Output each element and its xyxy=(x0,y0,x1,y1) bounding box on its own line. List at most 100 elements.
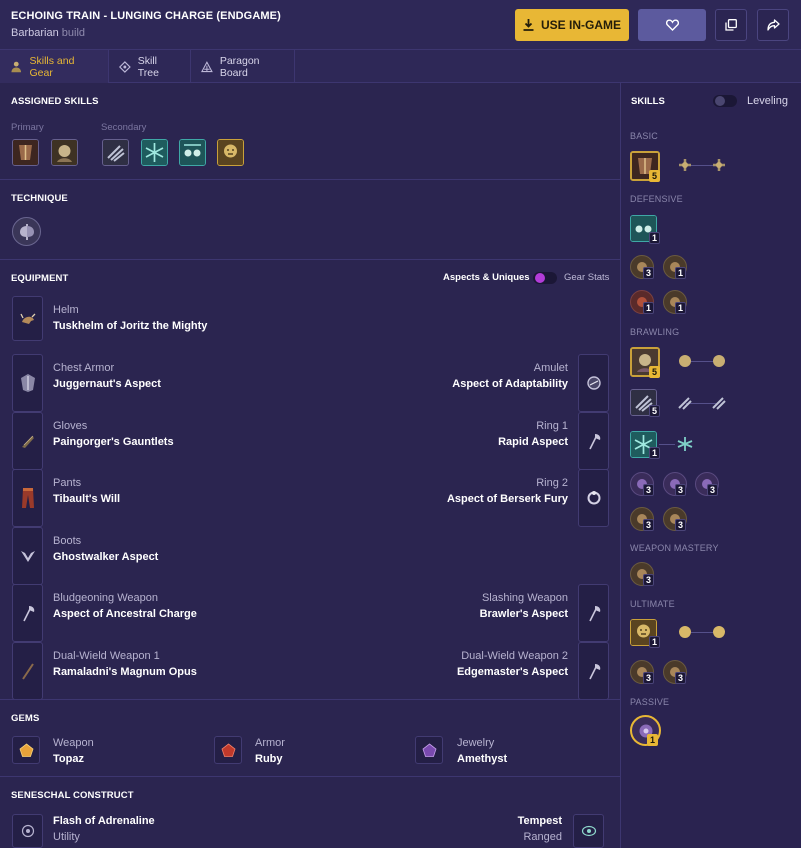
upgrade-icon xyxy=(713,159,725,171)
primary-label: Primary xyxy=(11,122,44,133)
gear-view-toggle[interactable] xyxy=(533,272,557,284)
equip-name[interactable]: Brawler's Aspect xyxy=(480,608,568,620)
ring-icon xyxy=(588,434,600,450)
brawling-upgrade-node[interactable] xyxy=(707,391,731,415)
equip-name[interactable]: Ghostwalker Aspect xyxy=(53,551,158,563)
secondary-skill-slot-3[interactable] xyxy=(179,139,206,166)
boots-slot[interactable] xyxy=(12,527,43,585)
use-in-game-button[interactable]: USE IN-GAME xyxy=(515,9,629,41)
upgrade-icon xyxy=(713,355,725,367)
pants-slot[interactable] xyxy=(12,469,43,527)
tab-bar: Skills and Gear Skill Tree Paragon Board xyxy=(0,50,801,83)
dual-wield-weapon-1-slot[interactable] xyxy=(12,642,43,700)
tab-skills-and-gear[interactable]: Skills and Gear xyxy=(0,50,109,83)
ultimate-skill-icon xyxy=(218,140,243,165)
gloves-slot[interactable] xyxy=(12,412,43,470)
armor-skill-icon xyxy=(13,140,38,165)
class-name: Barbarian xyxy=(11,27,59,39)
download-icon xyxy=(523,19,534,31)
brawling-upgrade-node[interactable] xyxy=(673,432,697,456)
equip-name[interactable]: Aspect of Adaptability xyxy=(452,378,568,390)
basic-section-label: BASIC xyxy=(630,131,659,141)
leveling-toggle[interactable] xyxy=(713,95,737,107)
share-button[interactable] xyxy=(757,9,789,41)
skill-rank: 5 xyxy=(649,366,661,378)
secondary-skill-slot-4[interactable] xyxy=(217,139,244,166)
character-icon xyxy=(11,61,22,73)
ring-2-slot[interactable] xyxy=(578,469,609,527)
defensive-section-label: DEFENSIVE xyxy=(630,194,683,204)
brawling-upgrade-node[interactable] xyxy=(673,391,697,415)
upgrade-icon xyxy=(677,437,693,451)
tempest-icon xyxy=(581,825,596,837)
gem-slot-label: Jewelry xyxy=(457,737,495,749)
use-in-game-label: USE IN-GAME xyxy=(540,18,621,32)
skill-rank: 1 xyxy=(649,232,661,244)
skills-and-gear-panel: ASSIGNED SKILLS Primary Secondary TECHNI… xyxy=(0,83,621,848)
secondary-skill-slot-1[interactable] xyxy=(102,139,129,166)
equip-name[interactable]: Tuskhelm of Joritz the Mighty xyxy=(53,320,207,332)
brawling-upgrade-node[interactable] xyxy=(673,349,697,373)
gem-name: Amethyst xyxy=(457,753,508,765)
skill-rank: 3 xyxy=(675,672,687,684)
amulet-slot[interactable] xyxy=(578,354,609,412)
equip-name[interactable]: Ramaladni's Magnum Opus xyxy=(53,666,197,678)
build-header: ECHOING TRAIN - LUNGING CHARGE (ENDGAME)… xyxy=(0,0,801,50)
equip-name[interactable]: Tibault's Will xyxy=(53,493,120,505)
dual-wield-weapon-2-slot[interactable] xyxy=(578,642,609,700)
axe-weapon-icon xyxy=(588,606,600,622)
assigned-skills-heading: ASSIGNED SKILLS xyxy=(11,96,99,107)
ultimate-upgrade-node[interactable] xyxy=(707,620,731,644)
secondary-label: Secondary xyxy=(101,122,147,133)
equip-type: Dual-Wield Weapon 2 xyxy=(461,650,568,662)
favorite-button[interactable] xyxy=(638,9,706,41)
brawling-upgrade-node[interactable] xyxy=(707,349,731,373)
equip-name[interactable]: Paingorger's Gauntlets xyxy=(53,436,174,448)
upgrade-icon xyxy=(679,159,691,171)
chest-armor-icon xyxy=(20,374,35,392)
weapon-gem-slot[interactable] xyxy=(12,736,40,764)
upgrade-icon xyxy=(713,626,725,638)
weapon-mastery-section-label: WEAPON MASTERY xyxy=(630,543,719,553)
section-divider xyxy=(0,259,620,260)
helm-slot[interactable] xyxy=(12,296,43,341)
ultimate-upgrade-node[interactable] xyxy=(673,620,697,644)
ring-1-slot[interactable] xyxy=(578,412,609,470)
slashing-weapon-slot[interactable] xyxy=(578,584,609,642)
paragon-icon xyxy=(201,60,213,72)
copy-button[interactable] xyxy=(715,9,747,41)
tab-label: Paragon Board xyxy=(219,54,260,79)
equip-name[interactable]: Aspect of Ancestral Charge xyxy=(53,608,197,620)
ancestor-skill-icon xyxy=(52,140,77,165)
skill-rank: 5 xyxy=(649,170,661,182)
tab-label: Skill Tree xyxy=(137,54,159,79)
equip-name[interactable]: Juggernaut's Aspect xyxy=(53,378,161,390)
equip-name[interactable]: Aspect of Berserk Fury xyxy=(447,493,568,505)
bludgeoning-weapon-slot[interactable] xyxy=(12,584,43,642)
section-divider xyxy=(0,776,620,777)
equip-type: Dual-Wield Weapon 1 xyxy=(53,650,160,662)
construct-icon xyxy=(21,824,34,838)
chest-armor-slot[interactable] xyxy=(12,354,43,412)
skill-rank: 3 xyxy=(643,574,655,586)
seneschal-left-name[interactable]: Flash of Adrenaline xyxy=(53,815,155,827)
seneschal-right-name[interactable]: Tempest xyxy=(518,815,562,827)
build-subtitle: Barbarian build xyxy=(11,27,85,39)
equip-name[interactable]: Edgemaster's Aspect xyxy=(457,666,568,678)
equip-name[interactable]: Rapid Aspect xyxy=(498,436,568,448)
secondary-skill-slot-2[interactable] xyxy=(141,139,168,166)
jewelry-gem-slot[interactable] xyxy=(415,736,443,764)
armor-gem-slot[interactable] xyxy=(214,736,242,764)
tab-paragon-board[interactable]: Paragon Board xyxy=(191,50,295,83)
seneschal-left-slot[interactable] xyxy=(12,814,43,848)
primary-skill-slot-1[interactable] xyxy=(12,139,39,166)
primary-skill-slot-2[interactable] xyxy=(51,139,78,166)
basic-upgrade-node[interactable] xyxy=(707,153,731,177)
gem-name: Topaz xyxy=(53,753,84,765)
tab-skill-tree[interactable]: Skill Tree xyxy=(109,50,191,83)
basic-upgrade-node[interactable] xyxy=(673,153,697,177)
toggle-knob xyxy=(535,273,545,283)
technique-slot[interactable] xyxy=(12,217,41,246)
ruby-icon xyxy=(221,742,235,757)
seneschal-right-slot[interactable] xyxy=(573,814,604,848)
